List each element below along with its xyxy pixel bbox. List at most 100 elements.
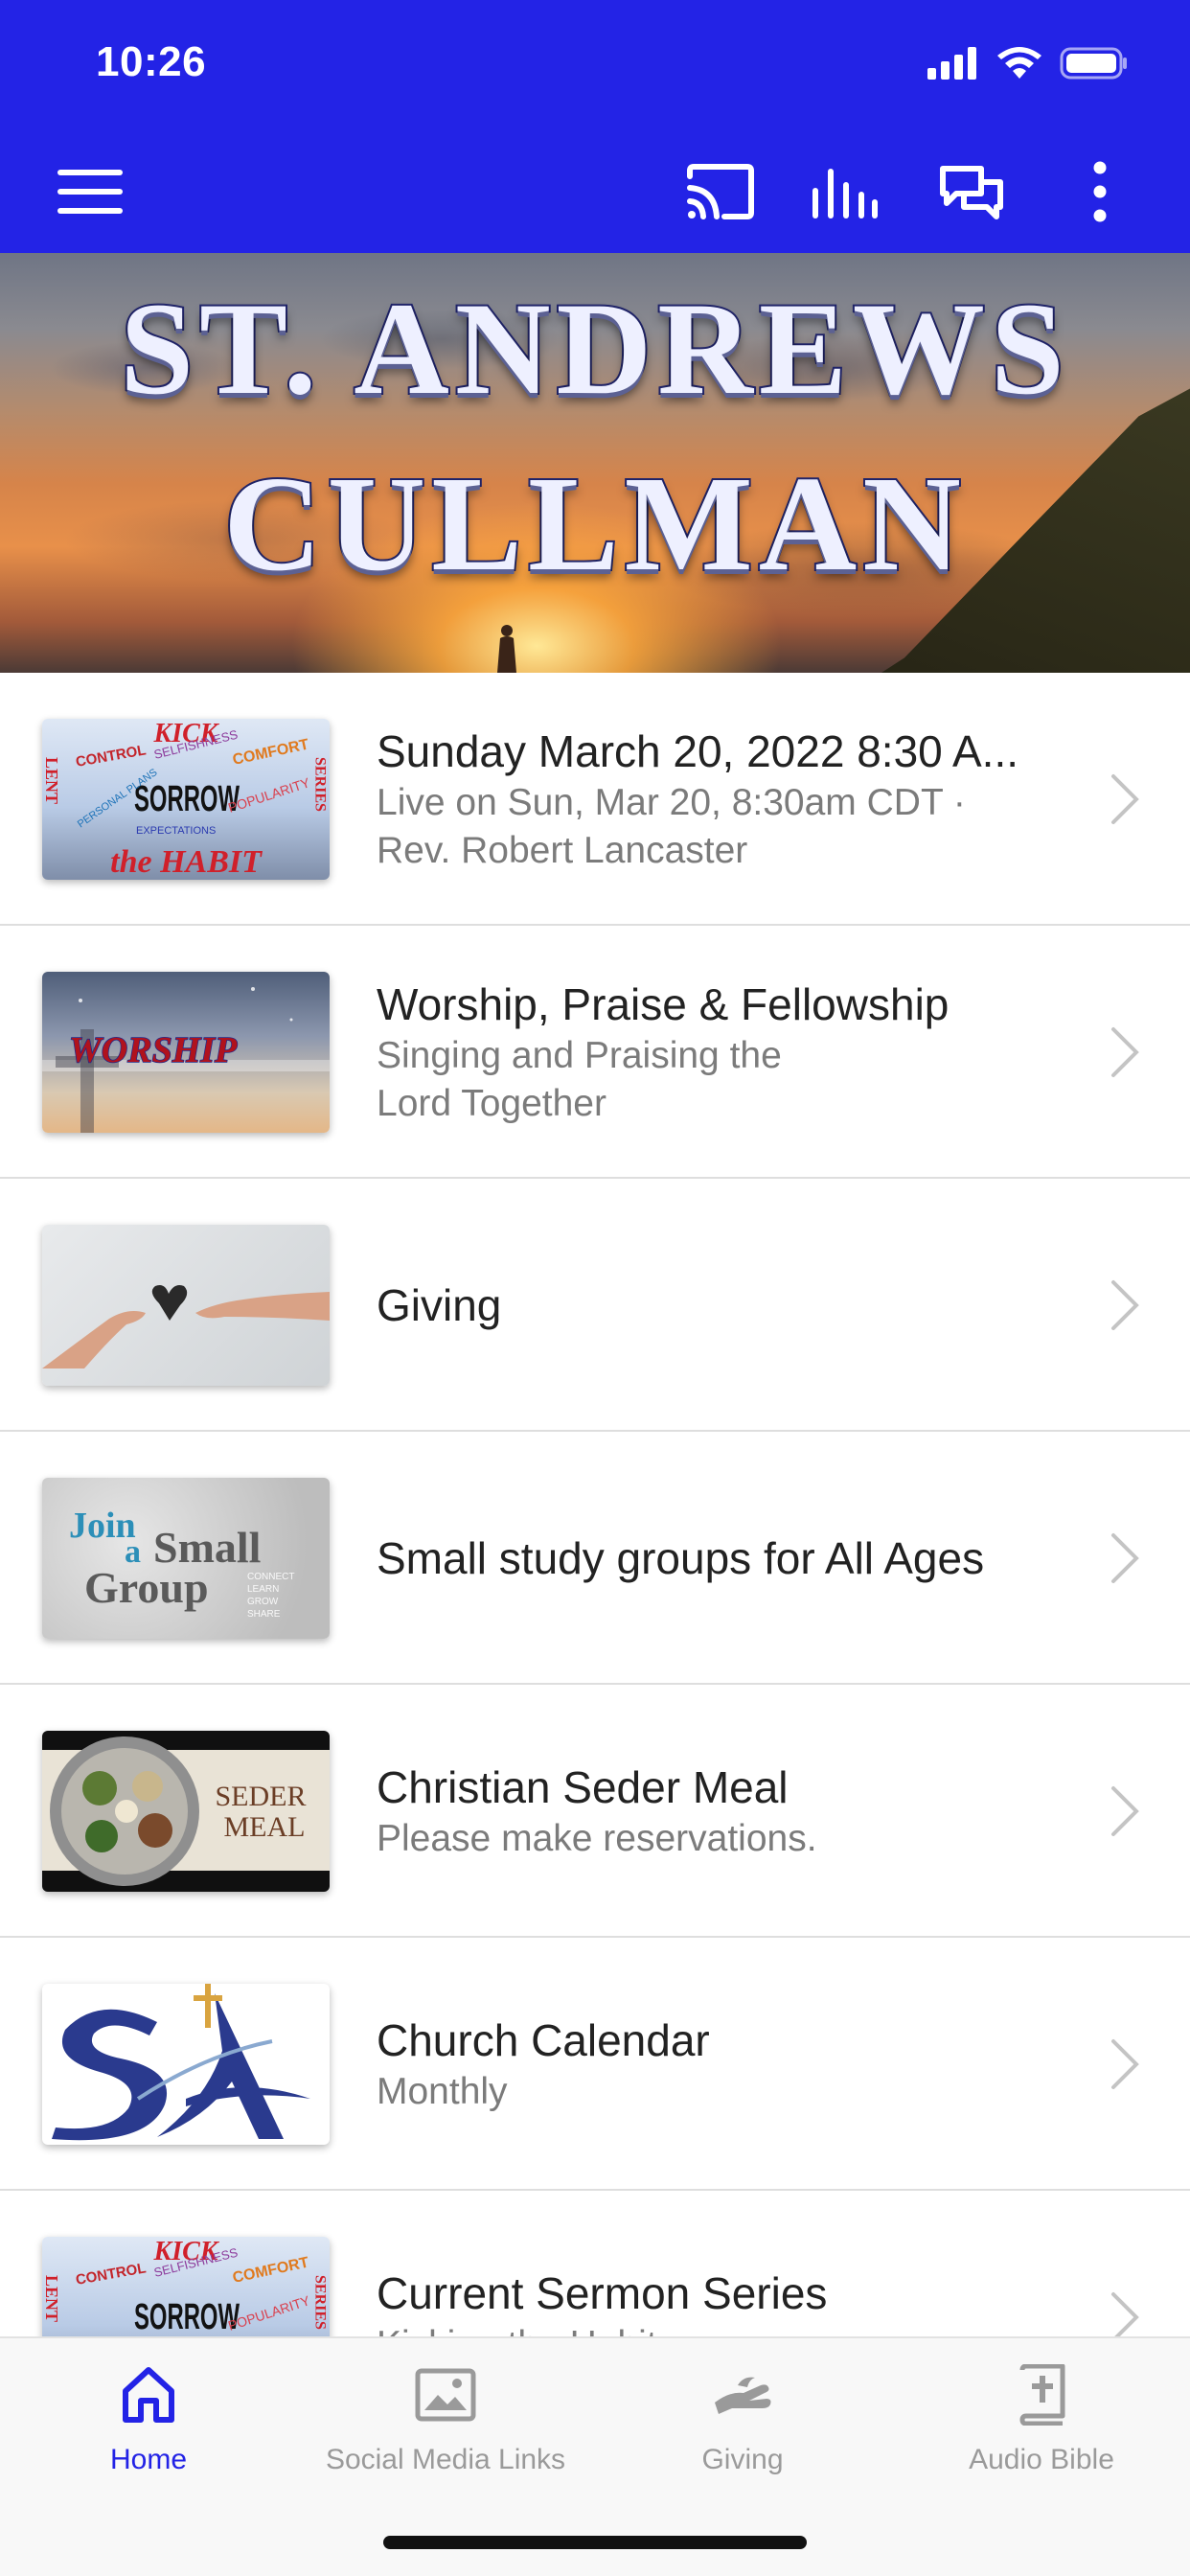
svg-text:SORROW: SORROW bbox=[134, 2297, 240, 2336]
list-item[interactable]: Join a Small Group CONNECT LEARN GROW SH… bbox=[0, 1432, 1190, 1685]
svg-text:SERIES: SERIES bbox=[312, 2275, 329, 2330]
list-item-subtitle: Monthly bbox=[377, 2071, 508, 2112]
svg-text:WORSHIP: WORSHIP bbox=[69, 1030, 238, 1070]
list-item[interactable]: WORSHIP Worship, Praise & Fellowship Sin… bbox=[0, 926, 1190, 1179]
svg-text:CONTROL: CONTROL bbox=[75, 742, 148, 770]
list-item[interactable]: Church Calendar Monthly bbox=[0, 1938, 1190, 2191]
list-item-thumbnail: Join a Small Group CONNECT LEARN GROW SH… bbox=[42, 1478, 330, 1639]
tab-audio-bible[interactable]: Audio Bible bbox=[893, 2338, 1190, 2501]
chevron-right-icon bbox=[1111, 774, 1139, 824]
bible-icon bbox=[1019, 2364, 1065, 2426]
list-item-thumbnail bbox=[42, 1984, 330, 2145]
menu-button[interactable] bbox=[50, 151, 130, 232]
list-item-thumbnail: KICK CONTROL SELFISHNESS COMFORT SORROW … bbox=[42, 2237, 330, 2336]
list-item[interactable]: Giving bbox=[0, 1179, 1190, 1432]
sermon-series-thumbnail: KICK CONTROL SELFISHNESS COMFORT SORROW … bbox=[42, 2237, 329, 2336]
svg-text:CONNECT: CONNECT bbox=[247, 1572, 294, 1582]
svg-text:SEDER: SEDER bbox=[215, 1781, 306, 1812]
giving-hands-thumbnail bbox=[42, 1285, 330, 1368]
list-item-thumbnail: WORSHIP bbox=[42, 972, 330, 1133]
list-item[interactable]: KICK CONTROL SELFISHNESS COMFORT SORROW … bbox=[0, 2191, 1190, 2336]
chevron-right-icon bbox=[1111, 1027, 1139, 1077]
banner-title-line2: CULLMAN bbox=[221, 446, 967, 601]
giving-hand-icon bbox=[715, 2377, 771, 2414]
list-item-subtitle: Singing and Praising the bbox=[377, 1035, 782, 1076]
tab-label: Giving bbox=[701, 2444, 784, 2475]
svg-text:LEARN: LEARN bbox=[247, 1584, 279, 1595]
svg-text:COMFORT: COMFORT bbox=[231, 2254, 310, 2286]
svg-text:the HABIT: the HABIT bbox=[110, 844, 263, 880]
list-item-text: Sunday March 20, 2022 8:30 A... Live on … bbox=[377, 673, 1086, 926]
more-button[interactable] bbox=[1060, 151, 1140, 232]
list-item[interactable]: KICK CONTROL SELFISHNESS COMFORT SORROW … bbox=[0, 673, 1190, 926]
list-item-subtitle: Rev. Robert Lancaster bbox=[377, 830, 748, 871]
audio-button[interactable] bbox=[805, 151, 885, 232]
chevron-right-icon bbox=[1111, 2292, 1139, 2336]
signal-icon bbox=[927, 47, 976, 80]
list-item-subtitle: Kicking the Habit bbox=[377, 2321, 1086, 2336]
content-list: KICK CONTROL SELFISHNESS COMFORT SORROW … bbox=[0, 673, 1190, 2336]
list-item-text: Christian Seder Meal Please make reserva… bbox=[377, 1685, 1086, 1938]
home-icon bbox=[123, 2367, 174, 2423]
svg-text:MEAL: MEAL bbox=[224, 1811, 306, 1843]
chevron-right-icon bbox=[1111, 1533, 1139, 1583]
svg-text:CONTROL: CONTROL bbox=[75, 2260, 148, 2288]
chevron-right-icon bbox=[1111, 1280, 1139, 1330]
tab-home[interactable]: Home bbox=[0, 2338, 297, 2501]
list-item-subtitle: Live on Sun, Mar 20, 8:30am CDT · bbox=[377, 782, 966, 823]
list-item-thumbnail: SEDER MEAL bbox=[42, 1731, 330, 1892]
app-bar: 10:26 bbox=[0, 0, 1190, 253]
status-time: 10:26 bbox=[96, 38, 207, 85]
status-icons bbox=[927, 46, 1129, 80]
chat-button[interactable] bbox=[931, 151, 1012, 232]
list-item-thumbnail bbox=[42, 1225, 330, 1386]
image-icon bbox=[415, 2368, 476, 2422]
more-vertical-icon bbox=[1093, 161, 1107, 222]
tab-label: Audio Bible bbox=[969, 2444, 1114, 2475]
list-item-title: Giving bbox=[377, 1280, 502, 1330]
list-item-title: Worship, Praise & Fellowship bbox=[377, 979, 950, 1029]
list-item-text: Worship, Praise & Fellowship Singing and… bbox=[377, 926, 1086, 1179]
sermon-series-thumbnail: KICK CONTROL SELFISHNESS COMFORT SORROW … bbox=[42, 719, 329, 880]
list-item-subtitle: Please make reservations. bbox=[377, 1818, 817, 1859]
svg-text:SORROW: SORROW bbox=[134, 779, 240, 819]
svg-text:Group: Group bbox=[84, 1563, 209, 1612]
list-item-title: Church Calendar bbox=[377, 2015, 710, 2065]
church-banner: ST. ANDREWS CULLMAN bbox=[0, 253, 1190, 673]
audio-bars-icon bbox=[812, 169, 878, 218]
chevron-right-icon bbox=[1111, 2039, 1139, 2089]
worship-thumbnail: WORSHIP bbox=[42, 987, 330, 1133]
list-item-title: Current Sermon Series bbox=[377, 2268, 828, 2318]
banner-title-line1: ST. ANDREWS bbox=[118, 273, 1070, 424]
svg-text:COMFORT: COMFORT bbox=[231, 736, 310, 768]
list-item-thumbnail: KICK CONTROL SELFISHNESS COMFORT SORROW … bbox=[42, 719, 330, 880]
list-item-title: Small study groups for All Ages bbox=[377, 1533, 985, 1583]
chat-icon bbox=[940, 166, 1003, 219]
list-item-title: Sunday March 20, 2022 8:30 A... bbox=[377, 726, 1019, 776]
list-item-title: Christian Seder Meal bbox=[377, 1762, 789, 1812]
tab-social-media-links[interactable]: Social Media Links bbox=[297, 2338, 594, 2501]
home-indicator bbox=[383, 2536, 807, 2549]
svg-text:GROW: GROW bbox=[247, 1597, 279, 1607]
battery-icon bbox=[1060, 47, 1127, 80]
list-item-text: Giving bbox=[377, 1179, 1086, 1432]
banner-person-silhouette bbox=[497, 625, 516, 673]
menu-icon bbox=[57, 170, 123, 214]
svg-text:EXPECTATIONS: EXPECTATIONS bbox=[136, 825, 216, 837]
svg-text:SHARE: SHARE bbox=[247, 1609, 281, 1620]
chevron-right-icon bbox=[1111, 1786, 1139, 1836]
st-andrews-logo-thumbnail bbox=[52, 1984, 310, 2141]
tab-giving[interactable]: Giving bbox=[594, 2338, 891, 2501]
list-item-text: Church Calendar Monthly bbox=[377, 1938, 1086, 2191]
cast-button[interactable] bbox=[680, 151, 761, 232]
tab-label: Social Media Links bbox=[325, 2444, 566, 2475]
list-item[interactable]: SEDER MEAL Christian Seder Meal Please m… bbox=[0, 1685, 1190, 1938]
cast-icon bbox=[687, 164, 754, 219]
svg-text:LENT: LENT bbox=[42, 2275, 61, 2322]
tab-label: Home bbox=[109, 2444, 188, 2475]
svg-text:LENT: LENT bbox=[42, 757, 61, 804]
list-item-text: Current Sermon Series Kicking the Habit bbox=[377, 2191, 1086, 2336]
list-item-text: Small study groups for All Ages bbox=[377, 1432, 1086, 1685]
wifi-icon bbox=[997, 47, 1041, 79]
small-group-thumbnail: Join a Small Group CONNECT LEARN GROW SH… bbox=[69, 1506, 294, 1620]
